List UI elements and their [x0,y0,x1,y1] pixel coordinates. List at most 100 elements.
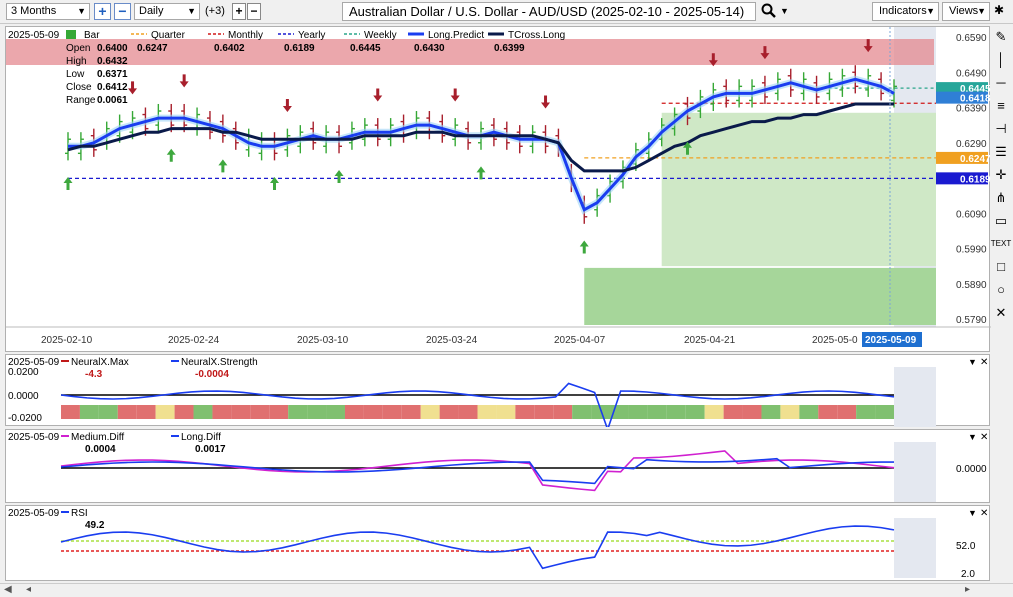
state-cell [79,405,99,419]
future-region [894,518,936,578]
state-cell [572,405,592,419]
ohlc-value: 0.6432 [97,56,128,67]
interval-select[interactable]: Daily ▼ [134,3,200,20]
projection-zone-lower [584,267,936,325]
chevron-down-icon: ▼ [926,6,935,16]
legend-value: 0.6189 [284,43,315,54]
state-cell [136,405,156,419]
main-date-label: 2025-05-09 [8,30,60,41]
pitchfork-icon[interactable]: ⋔ [990,187,1012,208]
fibonacci-icon[interactable]: ☰ [990,141,1012,162]
collapse-icon: ▼ [968,508,977,518]
sell-arrow [450,88,460,102]
long-diff-line [60,457,895,485]
rsi-line [60,525,895,570]
price-tick-label: 0.6390 [956,104,987,115]
state-cell [837,405,857,419]
legend-name: Medium.Diff [71,432,124,443]
range-label: 3 Months [11,5,57,17]
price-tick-label: 0.5790 [956,315,987,326]
date-tick-label: 2025-03-24 [426,335,478,346]
views-label: Views [949,5,979,17]
legend-value: 0.6399 [494,43,525,54]
state-cell [704,405,724,419]
legend-name: NeuralX.Max [71,357,129,368]
sell-arrow [541,95,551,109]
legend-value: 0.6445 [350,43,381,54]
indicators-label: Indicators [879,5,927,17]
state-cell [856,405,876,419]
state-cell [439,405,459,419]
comment-icon[interactable]: ▭ [990,210,1012,231]
state-cell [628,405,648,419]
cursor-date-label: 2025-05-09 [865,335,917,346]
state-cell [231,405,251,419]
state-cell [98,405,118,419]
rsi-chart: 2025-05-09 RSI49.2 ▼ ✕ 52.0 2.0 [8,508,988,580]
legend-value: -4.3 [85,369,103,380]
legend-name: Long.Diff [181,432,221,443]
horizontal-line-icon[interactable]: ─ [990,72,1012,93]
state-cell [326,405,345,419]
price-tick-label: 0.6590 [956,33,987,44]
legend-value: 0.6430 [414,43,445,54]
ohlc-value: 0.6400 [97,43,128,54]
price-chart: 0.65900.64900.63900.62900.61900.60900.59… [6,27,991,347]
ohlc-label: Range [66,95,96,106]
legend-value: 49.2 [85,520,105,531]
crosshair-icon[interactable]: ✛ [990,164,1012,185]
chevron-down-icon: ▼ [187,6,196,16]
scroll-right-step-icon[interactable]: ▸ [965,584,970,595]
horizontal-scrollbar[interactable]: ◀ ◂ ▸ [0,583,1013,597]
chevron-down-icon[interactable]: ▼ [780,6,789,16]
legend-value: -0.0004 [195,369,229,380]
add-button[interactable]: + [232,3,246,20]
future-region [894,367,936,427]
state-cell [780,405,800,419]
collapse-icon: ▼ [968,432,977,442]
state-cell [534,405,554,419]
state-cell [307,405,327,419]
text-icon[interactable]: TEXT [990,233,1012,254]
ray-icon[interactable]: ⊣ [990,118,1012,139]
medium-diff-line [60,450,895,492]
legend-name: Quarter [151,30,186,41]
neuralx-pane: 2025-05-09 NeuralX.Max -4.3 NeuralX.Strengt… [5,354,990,432]
price-tick-label: 0.5890 [956,280,987,291]
pencil-icon[interactable]: ✎ [990,26,1012,47]
state-cell [799,405,819,419]
rectangle-icon[interactable]: □ [990,256,1012,277]
channel-icon[interactable]: ≡ [990,95,1012,116]
symbol-title[interactable]: Australian Dollar / U.S. Dollar - AUD/US… [342,2,756,21]
sell-arrow [179,74,189,88]
remove-button[interactable]: − [247,3,261,20]
toolbar: 3 Months ▼ + − Daily ▼ (+3) + − Australian… [0,0,1013,24]
pane-tick-label: -0.0200 [8,413,42,424]
ellipse-icon[interactable]: ○ [990,279,1012,300]
close-icon: ✕ [980,508,988,519]
views-menu[interactable]: Views ▼ [942,2,990,21]
state-cell [515,405,535,419]
vertical-line-icon[interactable]: │ [990,49,1012,70]
zoom-in-button[interactable]: + [94,3,111,20]
range-select[interactable]: 3 Months ▼ [6,3,90,20]
state-cell [420,405,440,419]
state-cell [155,405,175,419]
delete-icon[interactable]: ✕ [990,302,1012,323]
state-cell [382,405,402,419]
state-cell [685,405,705,419]
collapse-icon: ▼ [968,357,977,367]
buy-arrow [579,240,589,254]
search-icon[interactable] [761,3,777,22]
scroll-left-step-icon[interactable]: ◂ [26,584,31,595]
indicators-menu[interactable]: Indicators ▼ [872,2,939,21]
state-cell [458,405,478,419]
zoom-out-button[interactable]: − [114,3,131,20]
legend-name: Bar [84,30,100,41]
pin-icon[interactable]: ✱ [994,3,1004,17]
state-cell [742,405,762,419]
diff-pane: 2025-05-09 Medium.Diff 0.0004 Long.Diff 0.00… [5,429,990,503]
scroll-left-icon[interactable]: ◀ [4,584,12,595]
sell-arrow [282,99,292,113]
ohlc-label: Low [66,69,85,80]
